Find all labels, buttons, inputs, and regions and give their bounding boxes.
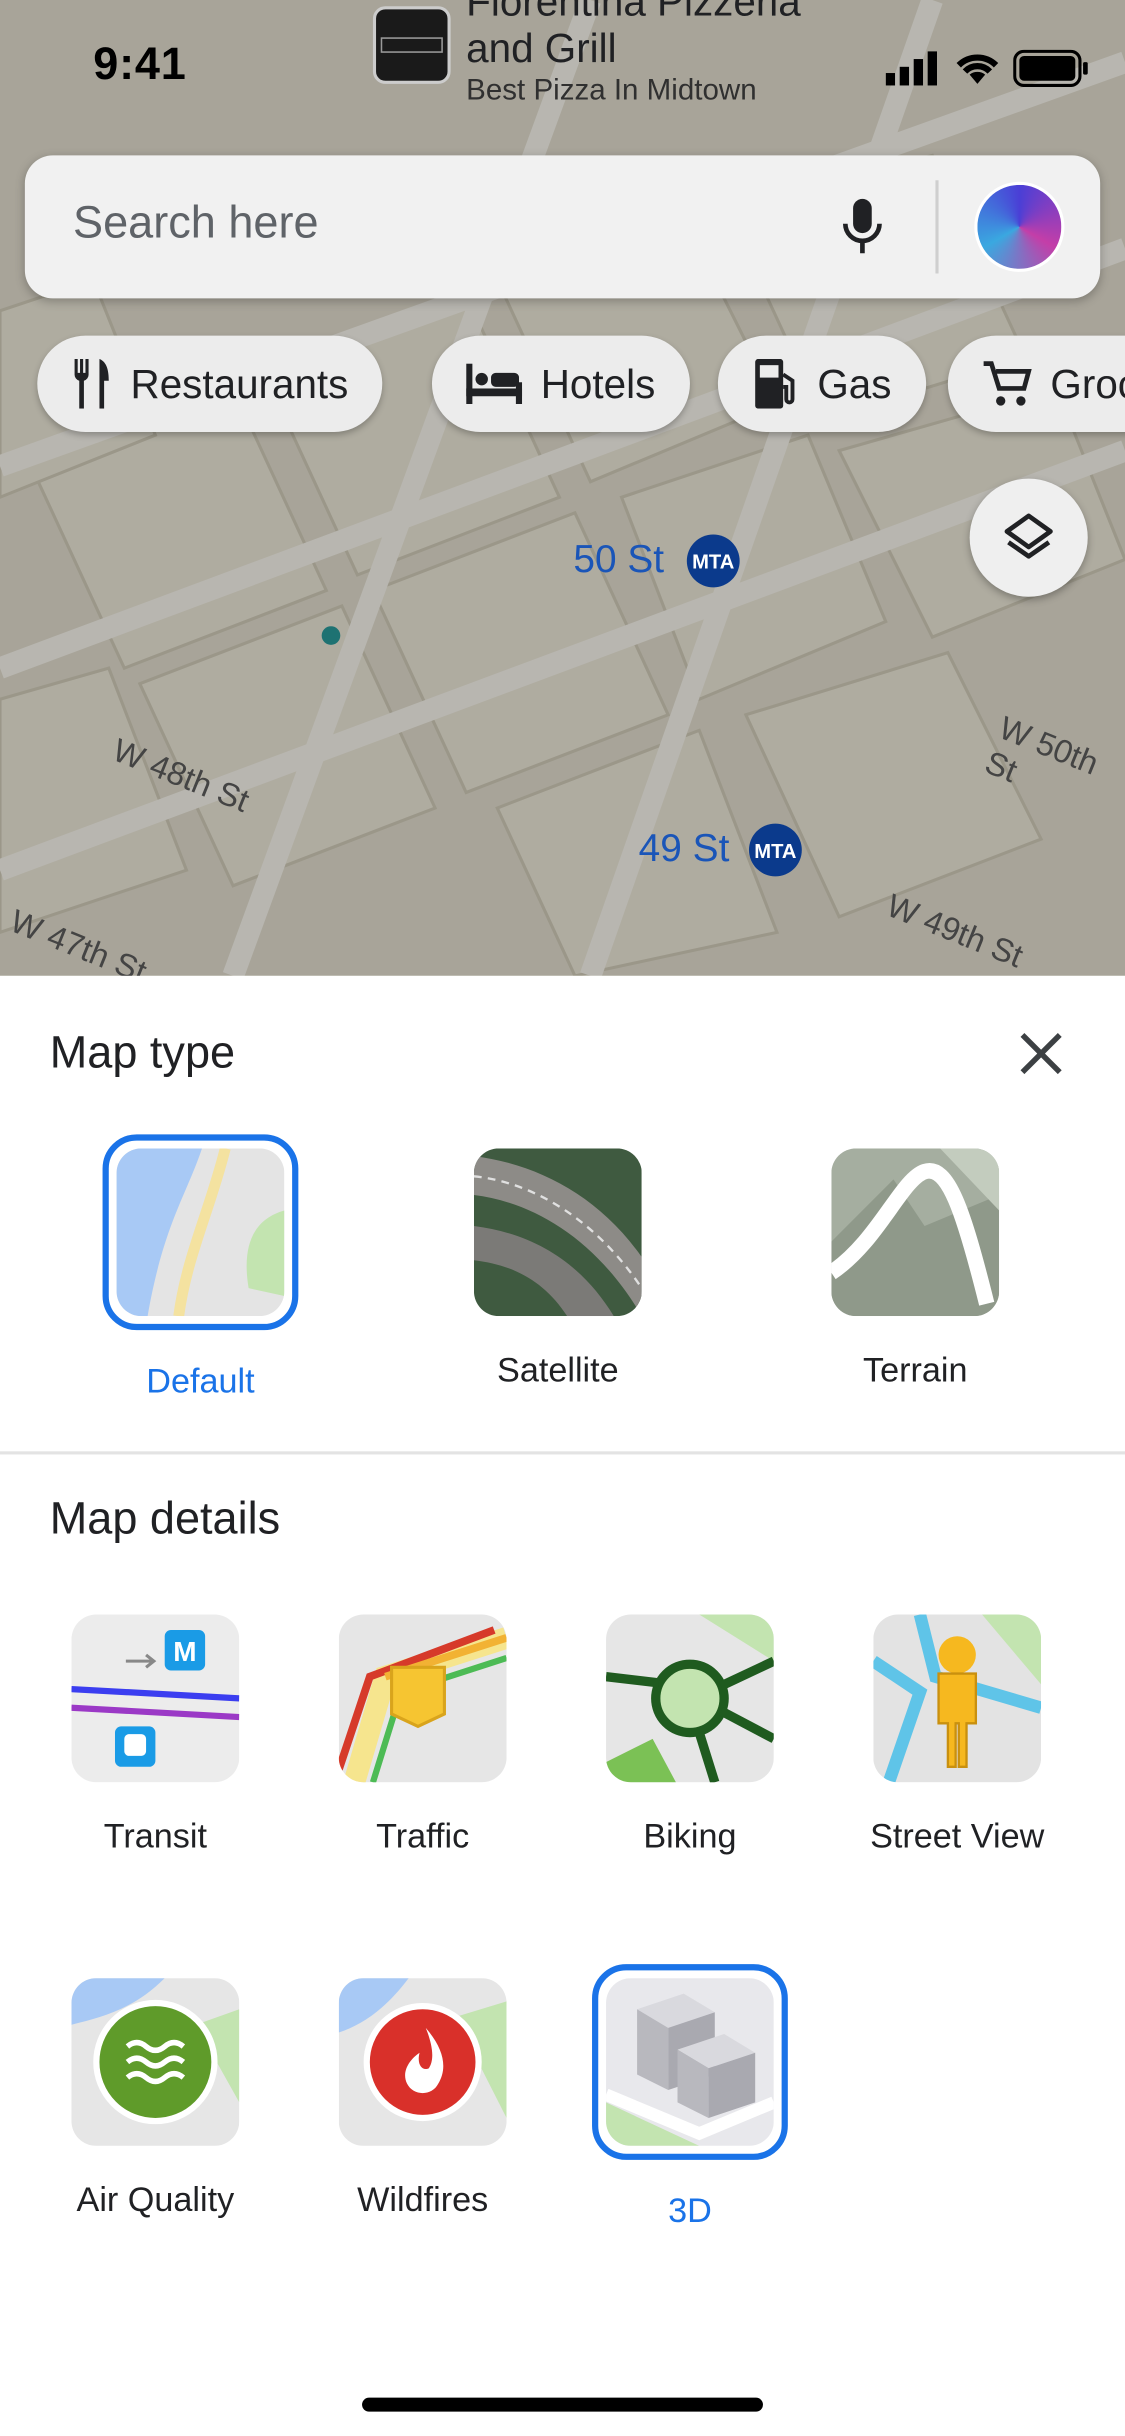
- detail-wildfires[interactable]: Wildfires: [323, 1978, 522, 2220]
- selected-ring: [592, 1964, 788, 2160]
- cellular-signal-icon: [885, 51, 938, 86]
- map-type-label: Satellite: [497, 1350, 619, 1390]
- map-type-label: Terrain: [862, 1350, 968, 1390]
- map-scrim[interactable]: [0, 0, 1125, 976]
- detail-label: Air Quality: [76, 2180, 235, 2219]
- detail-traffic[interactable]: Traffic: [323, 1614, 522, 1857]
- mta-badge: MTA: [748, 823, 802, 877]
- account-avatar[interactable]: [974, 181, 1065, 272]
- detail-label: Street View: [870, 1816, 1045, 1856]
- detail-label: Traffic: [376, 1816, 470, 1856]
- gas-pump-icon: [755, 358, 795, 409]
- detail-label: Wildfires: [357, 2180, 489, 2219]
- street-view-thumbnail: [873, 1614, 1042, 1783]
- svg-text:M: M: [173, 1636, 196, 1667]
- restaurant-logo: [372, 6, 451, 84]
- chip-hotels[interactable]: Hotels: [431, 335, 690, 432]
- station-label[interactable]: 49 St: [639, 827, 730, 872]
- chip-restaurants[interactable]: Restaurants: [37, 335, 383, 432]
- detail-label: Biking: [643, 1816, 737, 1856]
- battery-icon: [1013, 49, 1088, 88]
- map-type-label: Default: [146, 1361, 255, 1401]
- map-details-title: Map details: [49, 1494, 281, 1545]
- wifi-icon: [956, 54, 999, 84]
- terrain-map-thumbnail: [831, 1148, 1000, 1317]
- chip-label: Gas: [817, 359, 892, 407]
- air-quality-thumbnail: [71, 1978, 240, 2146]
- search-divider: [935, 180, 939, 274]
- satellite-map-thumbnail: [473, 1148, 642, 1317]
- detail-3d[interactable]: 3D: [590, 1964, 789, 2231]
- place-tagline: Best Pizza In Midtown: [466, 74, 757, 108]
- detail-label: Transit: [103, 1816, 207, 1856]
- transit-thumbnail: M: [71, 1614, 240, 1783]
- chip-label: Hotels: [540, 359, 656, 407]
- chip-groceries[interactable]: Groceries: [947, 335, 1125, 432]
- detail-biking[interactable]: Biking: [590, 1614, 789, 1857]
- logo-text: [380, 37, 443, 53]
- map-type-terrain[interactable]: Terrain: [816, 1148, 1015, 1390]
- close-icon[interactable]: [1013, 1026, 1069, 1082]
- detail-air-quality[interactable]: Air Quality: [56, 1978, 255, 2220]
- map-type-satellite[interactable]: Satellite: [458, 1148, 657, 1390]
- detail-label: 3D: [668, 2190, 712, 2230]
- map-type-title: Map type: [49, 1028, 236, 1079]
- chip-gas[interactable]: Gas: [717, 335, 926, 432]
- place-preview[interactable]: Fiorentina Pizzeria and Grill Best Pizza…: [372, 0, 801, 109]
- mta-badge: MTA: [686, 534, 740, 588]
- biking-thumbnail: [606, 1614, 774, 1783]
- map-type-default[interactable]: Default: [101, 1134, 300, 1401]
- section-divider: [0, 1451, 1125, 1455]
- station-label[interactable]: 50 St: [573, 538, 664, 583]
- cart-icon: [983, 361, 1032, 406]
- microphone-icon[interactable]: [839, 196, 886, 258]
- status-time: 9:41: [93, 40, 187, 91]
- fork-knife-icon: [74, 358, 109, 409]
- chip-label: Restaurants: [130, 359, 349, 407]
- chip-label: Groceries: [1050, 359, 1125, 407]
- search-bar[interactable]: Search here: [24, 155, 1101, 299]
- map-options-sheet: Map type Default Satellite Terrain Map d…: [0, 975, 1125, 2436]
- bed-icon: [466, 363, 523, 405]
- layers-icon: [1004, 513, 1053, 559]
- place-name-line2: and Grill: [466, 24, 617, 72]
- selected-ring: [102, 1134, 299, 1331]
- search-input[interactable]: Search here: [73, 199, 319, 250]
- detail-transit[interactable]: M Transit: [56, 1614, 255, 1857]
- status-icons: [885, 49, 1091, 88]
- 3d-thumbnail: [606, 1978, 774, 2146]
- layers-button[interactable]: [969, 478, 1088, 597]
- default-map-thumbnail: [116, 1148, 285, 1317]
- home-indicator[interactable]: [362, 2397, 763, 2412]
- traffic-thumbnail: [338, 1614, 507, 1783]
- detail-street-view[interactable]: Street View: [858, 1614, 1057, 1857]
- map-view[interactable]: 50 St MTA 49 St MTA W 48th St W 50th St …: [0, 0, 1125, 976]
- place-name: Fiorentina Pizzeria: [466, 0, 801, 25]
- wildfires-thumbnail: [338, 1978, 507, 2146]
